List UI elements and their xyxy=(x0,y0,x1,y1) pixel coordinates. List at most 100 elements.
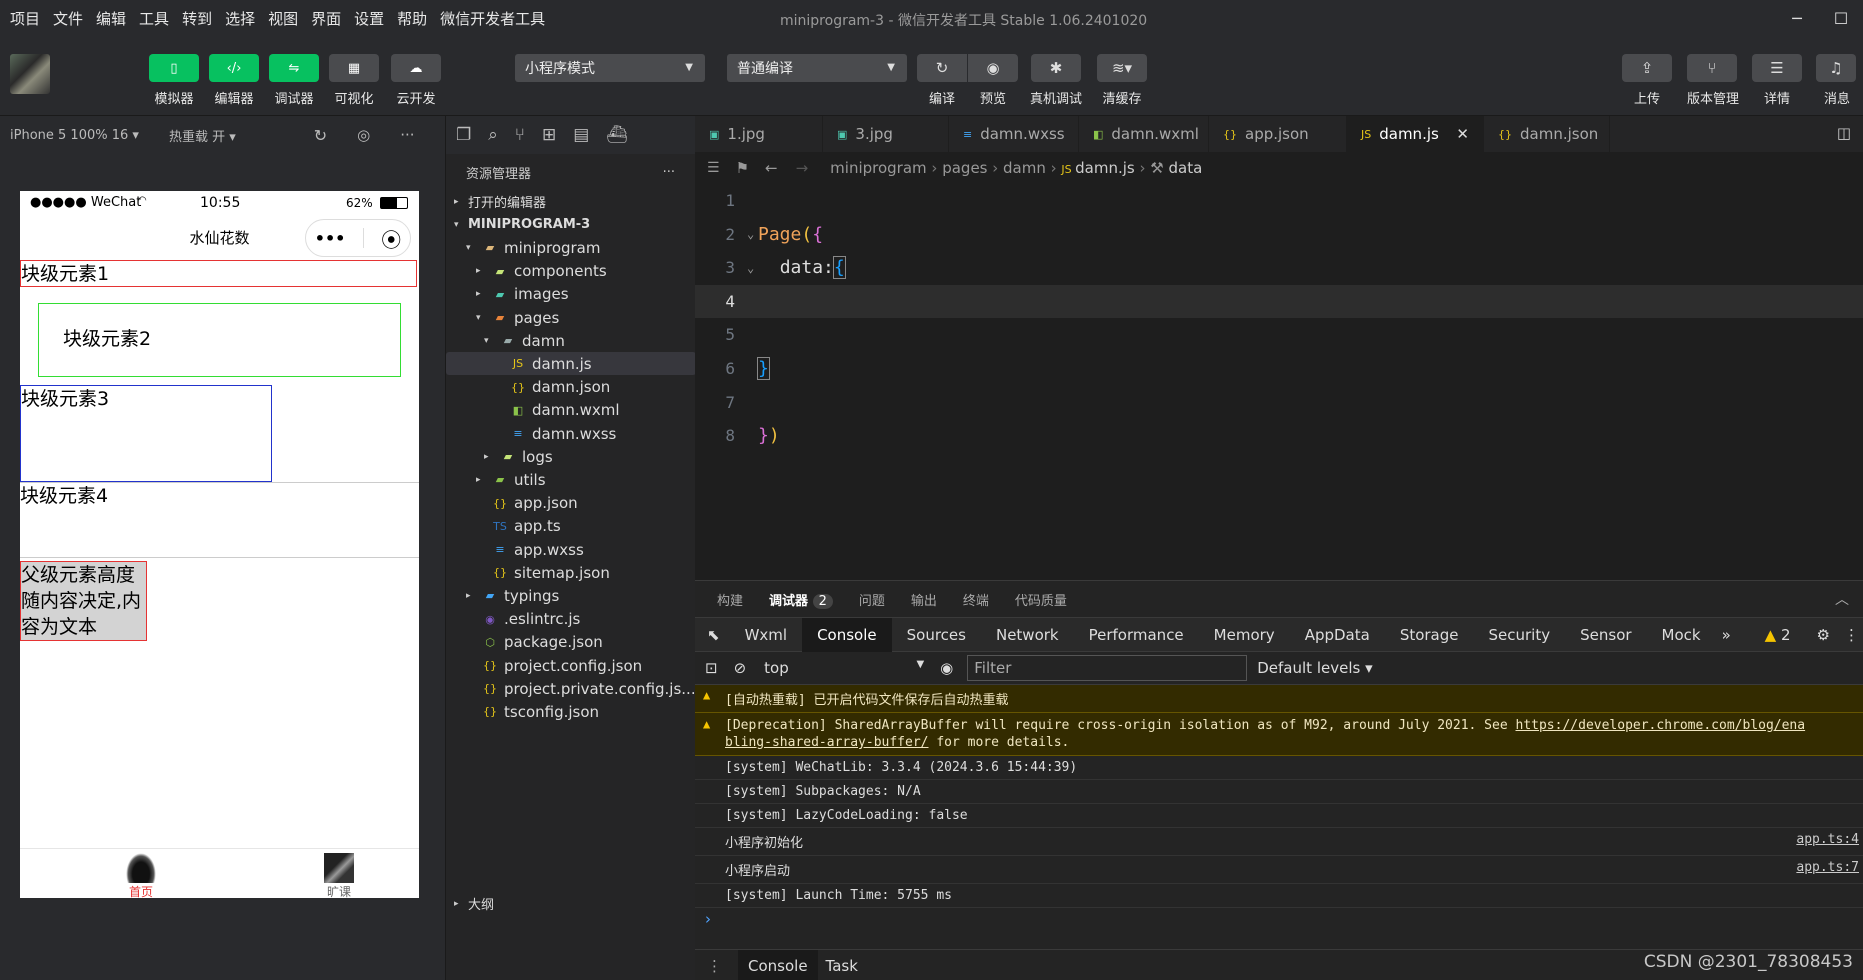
devtools-tab[interactable]: Console xyxy=(802,617,892,652)
messages-button[interactable]: ♫ xyxy=(1816,54,1856,82)
drawer-tab-task[interactable]: Task xyxy=(826,957,858,975)
devtools-tab[interactable]: Sources xyxy=(892,618,981,652)
sidebar-toggle-icon[interactable]: ⊡ xyxy=(705,659,718,677)
tree-item[interactable]: ▾ ▰ pages xyxy=(446,306,696,329)
panel-tab[interactable]: 构建 xyxy=(717,590,743,609)
inspect-icon[interactable]: ⬉ xyxy=(707,626,720,644)
tree-item[interactable]: ▾ ▰ miniprogram xyxy=(446,236,696,259)
more-icon[interactable]: ··· xyxy=(663,165,675,180)
menu-item[interactable]: 工具 xyxy=(139,8,169,29)
breadcrumb-item[interactable]: data xyxy=(1169,159,1203,177)
editor-tab[interactable]: ◧ damn.wxml xyxy=(1079,116,1209,152)
levels-select[interactable]: Default levels ▾ xyxy=(1257,659,1372,677)
source-link[interactable]: app.ts:7 xyxy=(1796,860,1859,875)
compile-button[interactable]: ↻ xyxy=(917,54,967,82)
drawer-menu-icon[interactable]: ⋮ xyxy=(707,957,722,975)
list-icon[interactable]: ☰ xyxy=(707,160,720,176)
debugger-button[interactable]: ⇋ 调试器 xyxy=(269,54,319,107)
tree-item[interactable]: ◧ damn.wxml xyxy=(446,399,696,422)
more-tabs-icon[interactable]: » xyxy=(1722,626,1731,644)
menu-item[interactable]: 转到 xyxy=(182,8,212,29)
devtools-tab[interactable]: AppData xyxy=(1290,618,1385,652)
search-icon[interactable]: ⌕ xyxy=(488,125,498,145)
devtools-tab[interactable]: Wxml xyxy=(730,618,803,652)
editor-tab[interactable]: ▣ 3.jpg xyxy=(823,116,949,152)
tree-item[interactable]: ▾ ▰ damn xyxy=(446,329,696,352)
editor-tab[interactable]: ≡ damn.wxss xyxy=(949,116,1079,152)
device-select[interactable]: iPhone 5 100% 16 ▾ xyxy=(10,128,139,143)
tab-home[interactable]: 首页 xyxy=(111,853,171,898)
context-select[interactable]: top ▼ xyxy=(764,659,924,677)
tree-item[interactable]: ⬡ package.json xyxy=(446,631,696,654)
breadcrumb-item[interactable]: miniprogram xyxy=(830,159,926,177)
details-button[interactable]: ☰ xyxy=(1752,54,1802,82)
tab-course[interactable]: 旷课 xyxy=(309,853,369,898)
version-button[interactable]: ⑂ xyxy=(1687,54,1737,82)
cloud-button[interactable]: ☁ 云开发 xyxy=(391,54,441,107)
deprecation-link[interactable]: https://developer.chrome.com/blog/ena xyxy=(1516,718,1806,733)
tree-item[interactable]: JS damn.js xyxy=(446,352,696,376)
capsule-menu[interactable]: ••• ⦿ xyxy=(305,219,411,257)
menu-item[interactable]: 设置 xyxy=(354,8,384,29)
panel-tab[interactable]: 问题 xyxy=(859,590,885,609)
drawer-tab-console[interactable]: Console xyxy=(738,949,818,980)
source-control-icon[interactable]: ⑂ xyxy=(515,125,525,145)
menu-item[interactable]: 视图 xyxy=(268,8,298,29)
code-area[interactable]: 1 2 ⌄ Page({3 ⌄ data:{4 5 6} 7 8}) xyxy=(695,184,1863,580)
rotate-icon[interactable]: ↻ xyxy=(314,126,327,145)
back-icon[interactable]: ← xyxy=(765,159,778,177)
eye-icon[interactable]: ◉ xyxy=(940,659,953,677)
tree-item[interactable]: {} project.config.json xyxy=(446,654,696,677)
breadcrumb-item[interactable]: damn.js xyxy=(1075,159,1135,177)
devtools-tab[interactable]: Security xyxy=(1474,618,1566,652)
tree-item[interactable]: {} tsconfig.json xyxy=(446,700,696,723)
avatar[interactable] xyxy=(10,54,50,94)
devtools-tab[interactable]: Network xyxy=(981,618,1074,652)
warning-count[interactable]: ▲ 2 xyxy=(1765,626,1791,644)
menu-item[interactable]: 微信开发者工具 xyxy=(440,8,545,29)
collapse-icon[interactable]: ︿ xyxy=(1835,589,1849,609)
clear-cache-button[interactable]: ≋▾ xyxy=(1097,54,1147,82)
close-icon[interactable]: ✕ xyxy=(1456,125,1469,143)
editor-button[interactable]: ‹/› 编辑器 xyxy=(209,54,259,107)
tree-item[interactable]: TS app.ts xyxy=(446,515,696,538)
tree-item[interactable]: ▸ ▰ logs xyxy=(446,445,696,468)
devtools-tab[interactable]: Performance xyxy=(1074,618,1199,652)
source-link[interactable]: app.ts:4 xyxy=(1796,832,1859,847)
menu-item[interactable]: 编辑 xyxy=(96,8,126,29)
tree-item[interactable]: ▸ ▰ utils xyxy=(446,468,696,491)
section-header[interactable]: ▾ MINIPROGRAM-3 xyxy=(446,213,696,236)
editor-tab[interactable]: {} app.json xyxy=(1209,116,1347,152)
more-icon[interactable]: ··· xyxy=(400,126,414,144)
bookmark-icon[interactable]: ⚑ xyxy=(736,159,749,177)
filter-input[interactable]: Filter xyxy=(967,655,1248,681)
panel-tab[interactable]: 输出 xyxy=(911,590,937,609)
tree-item[interactable]: ≡ damn.wxss xyxy=(446,422,696,445)
upload-button[interactable]: ⇪ xyxy=(1622,54,1672,82)
maximize-button[interactable]: ☐ xyxy=(1819,0,1863,36)
panel-tab[interactable]: 终端 xyxy=(963,590,989,609)
menu-item[interactable]: 选择 xyxy=(225,8,255,29)
storage-icon[interactable]: ▤ xyxy=(573,125,589,145)
fold-icon[interactable]: ⌄ xyxy=(747,227,754,241)
preview-button[interactable]: ◉ xyxy=(968,54,1018,82)
tree-item[interactable]: {} project.private.config.js... xyxy=(446,677,696,700)
editor-tab[interactable]: {} damn.json xyxy=(1484,116,1610,152)
editor-tab[interactable]: ▣ 1.jpg xyxy=(695,116,823,152)
compile-select[interactable]: 普通编译 ▼ xyxy=(727,54,907,82)
devtools-tab[interactable]: Sensor xyxy=(1565,618,1646,652)
outline-section[interactable]: ▸ 大纲 xyxy=(446,890,696,917)
panel-tab[interactable]: 代码质量 xyxy=(1015,590,1067,609)
real-debug-button[interactable]: ✱ xyxy=(1031,54,1081,82)
tree-item[interactable]: ◉ .eslintrc.js xyxy=(446,608,696,631)
stop-icon[interactable]: ◎ xyxy=(357,126,370,144)
devtools-tab[interactable]: Storage xyxy=(1385,618,1474,652)
fold-icon[interactable]: ⌄ xyxy=(747,261,754,275)
split-editor-icon[interactable]: ◫ xyxy=(1837,124,1851,142)
simulator-button[interactable]: ▯ 模拟器 xyxy=(149,54,199,107)
menu-item[interactable]: 界面 xyxy=(311,8,341,29)
clear-console-icon[interactable]: ⊘ xyxy=(734,659,747,677)
panel-tab[interactable]: 调试器 2 xyxy=(769,590,833,609)
tree-item[interactable]: ≡ app.wxss xyxy=(446,538,696,561)
editor-tab[interactable]: JS damn.js ✕ xyxy=(1347,116,1484,152)
